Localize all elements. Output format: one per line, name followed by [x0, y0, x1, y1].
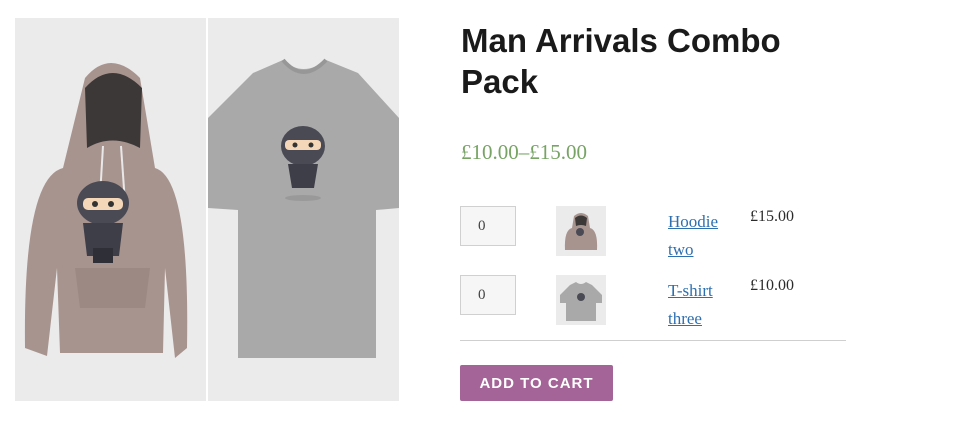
product-title: Man Arrivals Combo Pack: [461, 22, 781, 100]
hoodie-ninja-image: [24, 63, 188, 358]
divider: [460, 340, 846, 341]
quantity-input[interactable]: 0: [460, 275, 516, 315]
tshirt-product-image[interactable]: [208, 18, 399, 401]
grouped-item-row: 0 T-shirt three £10.00: [460, 275, 846, 335]
add-to-cart-button[interactable]: ADD TO CART: [460, 365, 613, 401]
hoodie-two-link[interactable]: Hoodie two: [668, 208, 738, 264]
tshirt-thumbnail-icon[interactable]: [556, 275, 606, 325]
hoodie-thumbnail-icon[interactable]: [556, 206, 606, 256]
price-range: £10.00–£15.00: [461, 140, 587, 164]
quantity-input[interactable]: 0: [460, 206, 516, 246]
hoodie-product-image[interactable]: [15, 18, 206, 401]
tshirt-three-link[interactable]: T-shirt three: [668, 277, 738, 333]
product-gallery: [15, 18, 400, 401]
grouped-item-row: 0 Hoodie two £15.00: [460, 206, 846, 266]
item-price: £10.00: [750, 277, 794, 294]
tshirt-ninja-image: [208, 58, 399, 358]
item-price: £15.00: [750, 208, 794, 225]
